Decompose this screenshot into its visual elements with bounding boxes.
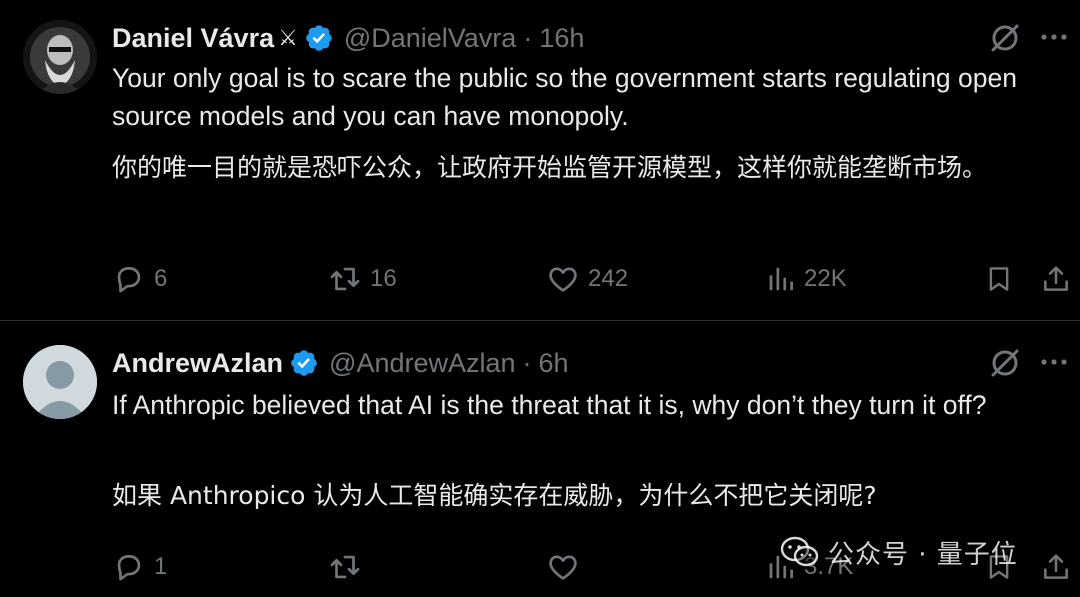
- author-name[interactable]: AndrewAzlan: [112, 348, 283, 379]
- repost-count: 16: [370, 265, 397, 292]
- more-options-icon[interactable]: [1038, 346, 1070, 378]
- tweet-header: AndrewAzlan @AndrewAzlan · 6h: [112, 345, 569, 381]
- bookmark-icon: [989, 555, 1009, 579]
- tweet-2[interactable]: AndrewAzlan @AndrewAzlan · 6h If Anthrop…: [0, 321, 1080, 597]
- author-handle[interactable]: @DanielVavra: [344, 23, 516, 54]
- views-count: 3.7K: [804, 553, 854, 580]
- grok-icon[interactable]: [988, 346, 1022, 380]
- avatar[interactable]: [23, 20, 97, 94]
- tweet-1[interactable]: Daniel Vávra ⚔ @DanielVavra · 16h Your o…: [0, 0, 1080, 320]
- timestamp[interactable]: 16h: [539, 23, 584, 54]
- views-button[interactable]: 22K: [766, 261, 847, 297]
- share-icon: [1044, 266, 1068, 291]
- verified-badge-icon: [289, 348, 319, 378]
- repost-button[interactable]: [328, 549, 370, 585]
- tweet-text: Your only goal is to scare the public so…: [112, 63, 1017, 131]
- bookmark-button[interactable]: [984, 261, 1014, 297]
- repost-icon: [330, 555, 360, 579]
- tweet-header: Daniel Vávra ⚔ @DanielVavra · 16h: [112, 20, 584, 56]
- avatar[interactable]: [23, 345, 97, 419]
- tweet-translation: 你的唯一目的就是恐吓公众，让政府开始监管开源模型，这样你就能垄断市场。: [112, 153, 988, 182]
- views-icon: [769, 267, 793, 291]
- views-count: 22K: [804, 265, 847, 292]
- tweet-text: If Anthropic believed that AI is the thr…: [112, 390, 987, 420]
- views-icon: [769, 555, 793, 579]
- share-button[interactable]: [1040, 261, 1072, 297]
- like-button[interactable]: [546, 549, 588, 585]
- bookmark-button[interactable]: [984, 549, 1014, 585]
- reply-icon: [117, 555, 141, 581]
- author-name[interactable]: Daniel Vávra: [112, 23, 274, 54]
- repost-button[interactable]: 16: [328, 261, 397, 297]
- tweet-translation: 如果 Anthropico 认为人工智能确实存在威胁，为什么不把它关闭呢?: [112, 481, 877, 510]
- reply-icon: [117, 267, 141, 293]
- timestamp[interactable]: 6h: [539, 348, 569, 379]
- separator-dot: ·: [522, 347, 532, 378]
- heart-icon: [549, 267, 577, 292]
- swords-icon: ⚔: [278, 25, 298, 50]
- bookmark-icon: [989, 267, 1009, 291]
- heart-icon: [549, 555, 577, 580]
- like-button[interactable]: 242: [546, 261, 628, 297]
- share-icon: [1044, 554, 1068, 579]
- reply-button[interactable]: 6: [112, 261, 167, 297]
- tweet-actions: 1 3.7K: [112, 549, 1080, 585]
- grok-icon[interactable]: [988, 21, 1022, 55]
- tweet-actions: 6 16 242 22K: [112, 261, 1080, 297]
- more-options-icon[interactable]: [1038, 21, 1070, 53]
- like-count: 242: [588, 265, 629, 292]
- views-button[interactable]: 3.7K: [766, 549, 853, 585]
- repost-icon: [330, 267, 360, 291]
- author-handle[interactable]: @AndrewAzlan: [329, 348, 516, 379]
- reply-count: 6: [154, 265, 168, 292]
- separator-dot: ·: [523, 22, 533, 53]
- share-button[interactable]: [1040, 549, 1072, 585]
- verified-badge-icon: [304, 23, 334, 53]
- reply-count: 1: [154, 553, 168, 580]
- reply-button[interactable]: 1: [112, 549, 167, 585]
